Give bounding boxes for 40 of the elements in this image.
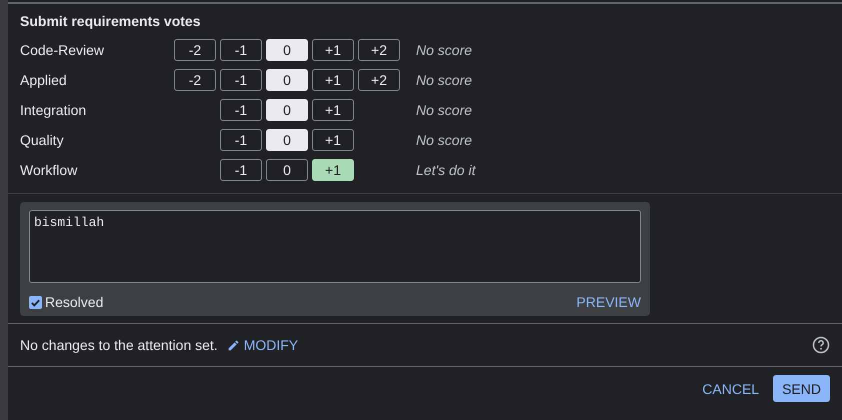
vote-button[interactable]: +2 [358,39,400,61]
vote-button[interactable]: 0 [266,99,308,121]
vote-button[interactable]: -1 [220,39,262,61]
label-name: Applied [20,72,68,88]
checkbox-label: Resolved [45,294,104,310]
checkbox[interactable] [29,296,42,308]
pencil-icon [226,338,240,352]
vote-button[interactable]: -1 [220,99,262,121]
preview-link[interactable]: PREVIEW [576,294,641,310]
vote-status: No score [416,72,472,88]
vote-button[interactable]: +1 [312,99,354,121]
label-name: Code-Review [20,42,106,58]
attention-text: No changes to the attention set. [20,337,218,353]
modify-link[interactable]: MODIFY [226,337,298,353]
vote-button[interactable]: -2 [174,69,216,91]
vote-button[interactable]: +2 [358,69,400,91]
vote-button[interactable]: -1 [220,159,262,181]
vote-status: Let's do it [416,162,476,178]
help-icon[interactable] [812,336,830,354]
vote-button[interactable]: -2 [174,39,216,61]
vote-button[interactable]: +1 [312,159,354,181]
vote-button[interactable]: -1 [220,129,262,151]
vote-button[interactable]: +1 [312,69,354,91]
comment-field[interactable]: bismillah [29,210,641,283]
vote-button[interactable]: +1 [312,39,354,61]
vote-status: No score [416,42,472,58]
cancel-button[interactable]: CANCEL [702,380,760,396]
vote-status: No score [416,102,472,118]
vote-button[interactable]: 0 [266,39,308,61]
vote-button[interactable]: 0 [266,129,308,151]
vote-button[interactable]: -1 [220,69,262,91]
label-name: Integration [20,102,88,118]
label-name: Workflow [20,162,78,178]
vote-button[interactable]: +1 [312,129,354,151]
vote-button[interactable]: 0 [266,159,308,181]
label-name: Quality [20,132,65,148]
send-button[interactable]: SEND [773,375,830,402]
vote-status: No score [416,132,472,148]
vote-button[interactable]: 0 [266,69,308,91]
section-title: Submit requirements votes [20,13,202,29]
